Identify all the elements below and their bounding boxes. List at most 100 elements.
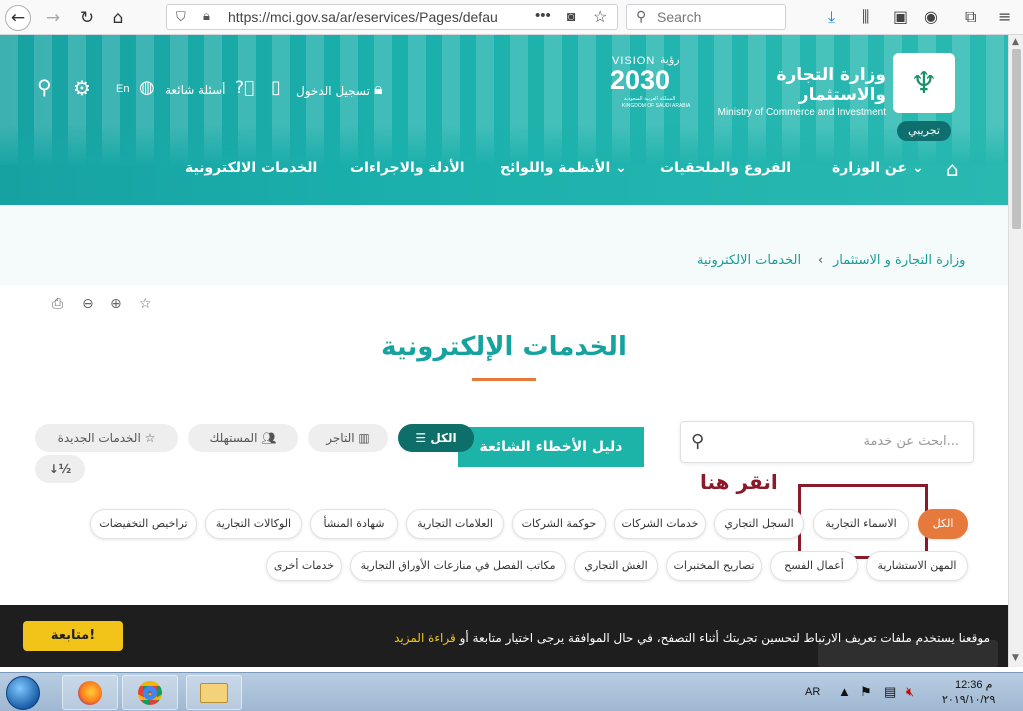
category-pill[interactable]: أعمال الفسح <box>770 551 858 581</box>
nav-eservices[interactable]: الخدمات الالكترونية <box>185 160 317 176</box>
category-pill[interactable]: المهن الاستشارية <box>866 551 968 581</box>
common-errors-guide-button[interactable]: دليل الأخطاء الشائعة <box>458 427 644 467</box>
favorite-icon[interactable]: ☆ <box>139 296 152 312</box>
account-icon[interactable]: ◉ <box>924 8 938 26</box>
library-icon[interactable]: ⫼ <box>862 8 869 26</box>
home-icon[interactable]: ⌂ <box>946 157 959 181</box>
url-bar[interactable]: ⛉ 🔒︎ https://mci.gov.sa/ar/eservices/Pag… <box>166 4 618 30</box>
home-icon[interactable]: ⌂ <box>105 5 131 31</box>
category-pill[interactable]: شهادة المنشأ <box>310 509 398 539</box>
category-pill[interactable]: الوكالات التجارية <box>205 509 302 539</box>
service-search-input[interactable]: ابحث عن خدمة... ⚲ <box>680 421 974 463</box>
clock-time[interactable]: 12:36 م <box>955 678 992 691</box>
breadcrumb-home[interactable]: وزارة التجارة و الاستثمار <box>833 253 965 268</box>
scroll-down-icon[interactable]: ▼ <box>1012 653 1019 663</box>
lock-icon[interactable]: 🔒︎ <box>203 8 210 24</box>
category-pill[interactable]: العلامات التجارية <box>406 509 504 539</box>
scroll-up-icon[interactable]: ▲ <box>1012 37 1019 47</box>
firefox-icon[interactable] <box>62 675 118 710</box>
vision-year: 2030 <box>610 65 671 95</box>
category-pill[interactable]: تراخيص التخفيضات <box>90 509 197 539</box>
category-pill[interactable]: الغش التجاري <box>574 551 658 581</box>
demo-badge: تجريبي <box>897 121 951 141</box>
category-pill[interactable]: حوكمة الشركات <box>512 509 606 539</box>
audience-all-button[interactable]: ☰ الكل <box>398 424 474 452</box>
start-button[interactable] <box>6 676 40 710</box>
file-explorer-icon[interactable] <box>186 675 242 710</box>
url-text[interactable]: https://mci.gov.sa/ar/eservices/Pages/de… <box>228 9 498 25</box>
scroll-thumb[interactable] <box>1012 49 1021 229</box>
chrome-icon[interactable] <box>122 675 178 710</box>
gear-icon[interactable]: ⚙ <box>73 76 91 100</box>
sidebar-icon[interactable]: ▣ <box>893 8 908 26</box>
chat-widget[interactable] <box>818 640 998 668</box>
building-icon: ▥ <box>358 431 370 445</box>
screen: { "browser": { "url": "https://mci.gov.s… <box>0 0 1023 711</box>
category-pill[interactable]: خدمات الشركات <box>614 509 706 539</box>
nav-regulations-label: الأنظمة واللوائح <box>500 160 611 176</box>
nav-guides[interactable]: الأدلة والاجراءات <box>350 160 465 176</box>
zoom-in-icon[interactable]: ⊕ <box>110 296 122 312</box>
nav-regulations[interactable]: الأنظمة واللوائح ⌄ <box>500 160 627 176</box>
zoom-out-icon[interactable]: ⊖ <box>82 296 94 312</box>
mobile-icon[interactable]: ▯ <box>271 77 281 98</box>
volume-muted-icon[interactable]: 🔇︎ <box>906 684 914 700</box>
browser-toolbar: ← → ↻ ⌂ ⛉ 🔒︎ https://mci.gov.sa/ar/eserv… <box>0 0 1023 35</box>
pocket-icon[interactable]: ◙ <box>567 8 575 24</box>
sort-icon[interactable]: ↓½ <box>35 455 85 483</box>
extensions-icon[interactable]: ⧉ <box>965 8 976 26</box>
users-icon: 👥︎ <box>261 431 277 445</box>
new-services-button[interactable]: الخدمات الجديدة ☆ <box>35 424 178 452</box>
page-scrollbar[interactable]: ▲ ▼ <box>1008 35 1023 667</box>
forward-icon[interactable]: → <box>40 5 66 31</box>
search-placeholder: Search <box>657 9 702 25</box>
category-pill[interactable]: الاسماء التجارية <box>813 509 909 539</box>
vision-sub-en: KINGDOM OF SAUDI ARABIA <box>622 103 691 109</box>
category-pill[interactable]: تصاريح المختبرات <box>666 551 762 581</box>
title-underline <box>472 378 536 381</box>
language-switch[interactable]: En <box>116 83 129 95</box>
flag-icon[interactable]: ⚑ <box>860 684 872 700</box>
login-link[interactable]: تسجيل الدخول <box>296 84 370 98</box>
star-icon[interactable]: ☆ <box>593 7 607 27</box>
nav-branches[interactable]: الفروع والملحقيات <box>660 160 791 176</box>
audience-consumer-button[interactable]: المستهلك 👥︎ <box>188 424 298 452</box>
more-icon[interactable]: ••• <box>535 7 551 24</box>
category-pill[interactable]: مكاتب الفصل في منازعات الأوراق التجارية <box>350 551 566 581</box>
category-pill[interactable]: خدمات أخرى <box>266 551 342 581</box>
cookie-continue-button[interactable]: متابعة! <box>23 621 123 651</box>
annotation-label: انقر هنا <box>700 470 778 494</box>
clock-date[interactable]: ٢٠١٩/١٠/٢٩ <box>942 693 995 706</box>
download-icon[interactable]: ⤓ <box>828 8 835 26</box>
page-title: الخدمات الإلكترونية <box>381 332 627 362</box>
menu-icon[interactable]: ≡ <box>998 8 1011 26</box>
windows-taskbar: AR ▲ ⚑ ▤ 🔇︎ 12:36 م ٢٠١٩/١٠/٢٩ <box>0 672 1023 711</box>
search-icon[interactable]: ⚲ <box>37 75 52 99</box>
globe-icon[interactable]: ◍ <box>139 77 155 98</box>
tray-chevron-icon[interactable]: ▲ <box>838 684 851 699</box>
reload-icon[interactable]: ↻ <box>74 5 100 31</box>
back-icon[interactable]: ← <box>5 5 31 31</box>
nav-about-label: عن الوزارة <box>832 160 908 176</box>
category-pill[interactable]: السجل التجاري <box>714 509 804 539</box>
browser-search-field[interactable]: ⚲ Search <box>626 4 786 30</box>
ministry-name[interactable]: وزارة التجارة والاستثمار Ministry of Com… <box>700 65 886 118</box>
shield-icon[interactable]: ⛉ <box>176 9 186 25</box>
faq-link[interactable]: أسئلة شائعة <box>165 83 226 97</box>
audience-merchant-label: التاجر <box>326 431 355 445</box>
audience-merchant-button[interactable]: التاجر ▥ <box>308 424 388 452</box>
nav-about[interactable]: عن الوزارة ⌄ <box>832 160 924 176</box>
list-icon: ☰ <box>415 431 427 445</box>
network-icon[interactable]: ▤ <box>884 684 896 700</box>
saudi-emblem-logo: ♆ <box>893 53 955 113</box>
category-pill[interactable]: الكل <box>918 509 968 539</box>
ministry-name-en: Ministry of Commerce and Investment <box>717 107 886 118</box>
print-icon[interactable]: ⎙ <box>52 296 63 312</box>
search-icon[interactable]: ⚲ <box>691 431 704 452</box>
cookie-read-more-link[interactable]: قراءة المزيد <box>394 631 456 645</box>
language-indicator[interactable]: AR <box>805 686 820 698</box>
chevron-down-icon: ⌄ <box>615 160 627 176</box>
search-placeholder: ابحث عن خدمة... <box>863 434 959 449</box>
lock-icon[interactable]: 🔒︎ <box>374 79 383 99</box>
question-icon[interactable]: ?⃝ <box>235 78 254 98</box>
